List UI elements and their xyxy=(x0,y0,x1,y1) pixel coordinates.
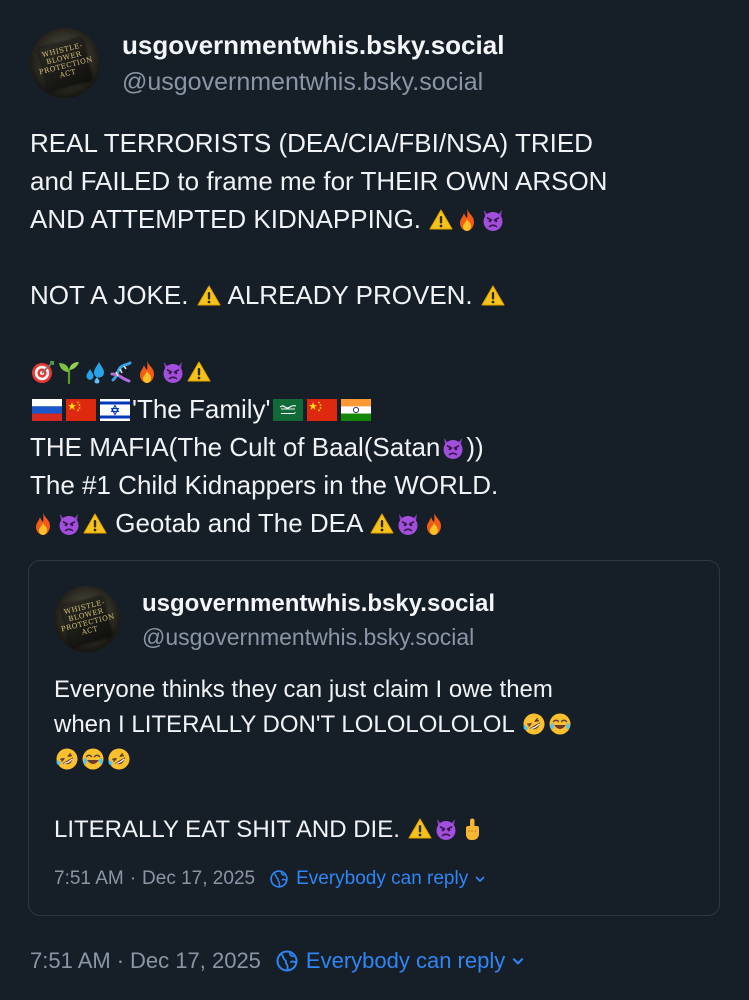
quoted-author-display-name[interactable]: usgovernmentwhis.bsky.social xyxy=(142,590,495,618)
text-segment: AND ATTEMPTED KIDNAPPING. xyxy=(30,204,422,234)
warning-emoji xyxy=(197,284,221,308)
quoted-author-handle[interactable]: @usgovernmentwhis.bsky.social xyxy=(142,624,474,651)
quoted-post-text: Everyone thinks they can just claim I ow… xyxy=(54,672,694,847)
india-flag xyxy=(341,399,371,421)
quoted-post-meta: 7:51 AM · Dec 17, 2025 Everybody can rep… xyxy=(54,868,493,890)
quote-text-line: when I LITERALLY DON'T LOLOLOLOLOL xyxy=(54,707,694,742)
angry-devil-emoji xyxy=(57,512,81,536)
quote-text-line: LITERALLY EAT SHIT AND DIE. xyxy=(54,812,694,847)
text-segment: Everyone thinks they can just claim I ow… xyxy=(54,676,553,703)
chevron-down-icon xyxy=(511,954,525,968)
angry-devil-emoji xyxy=(161,360,185,384)
post-detail: Whistle­blower Protection Act usgovernment… xyxy=(0,0,749,1000)
reply-setting-button[interactable]: Everybody can reply xyxy=(275,948,532,974)
author-handle[interactable]: @usgovernmentwhis.bsky.social xyxy=(122,68,483,97)
quoted-post-date[interactable]: Dec 17, 2025 xyxy=(142,868,255,890)
reply-setting-label: Everybody can reply xyxy=(296,868,469,889)
warning-emoji xyxy=(187,360,211,384)
quote-text-line: Everyone thinks they can just claim I ow… xyxy=(54,672,694,707)
text-segment: when I LITERALLY DON'T LOLOLOLOLOL xyxy=(54,711,514,738)
angry-devil-emoji xyxy=(441,436,465,460)
text-segment: )) xyxy=(466,432,484,462)
israel-flag xyxy=(100,399,130,421)
reply-setting-button[interactable]: Everybody can reply xyxy=(269,868,493,890)
chevron-down-icon xyxy=(474,873,486,885)
post-text-line: REAL TERRORISTS (DEA/CIA/FBI/NSA) TRIED xyxy=(30,124,730,162)
target-emoji xyxy=(31,360,55,384)
angry-devil-emoji xyxy=(481,208,505,232)
emoji-row xyxy=(54,742,694,777)
text-segment: THE MAFIA(The Cult of Baal(Satan xyxy=(30,432,441,462)
pointing-up-emoji xyxy=(460,817,484,841)
text-segment: LITERALLY EAT SHIT AND DIE. xyxy=(54,816,400,843)
reply-setting-label: Everybody can reply xyxy=(305,948,506,973)
post-text-line: and FAILED to frame me for THEIR OWN ARS… xyxy=(30,162,730,200)
rolling-laughing-emoji xyxy=(107,747,131,771)
seedling-emoji xyxy=(57,360,81,384)
rolling-laughing-emoji xyxy=(522,712,546,736)
post-text-line: AND ATTEMPTED KIDNAPPING. xyxy=(30,200,730,238)
quoted-post-time[interactable]: 7:51 AM xyxy=(54,868,124,890)
post-text-line: Geotab and The DEA xyxy=(30,504,730,542)
separator-dot: · xyxy=(129,868,137,889)
post-text-line: 'The Family' xyxy=(30,390,730,428)
globe-icon xyxy=(275,949,299,973)
warning-emoji xyxy=(429,208,453,232)
warning-emoji xyxy=(83,512,107,536)
angry-devil-emoji xyxy=(434,817,458,841)
globe-icon xyxy=(269,869,289,889)
tears-of-joy-emoji xyxy=(81,747,105,771)
author-display-name[interactable]: usgovernmentwhis.bsky.social xyxy=(122,30,504,61)
author-avatar[interactable]: Whistle­blower Protection Act xyxy=(30,28,100,98)
text-segment: Geotab and The DEA xyxy=(115,508,362,538)
fire-emoji xyxy=(455,208,479,232)
post-time[interactable]: 7:51 AM xyxy=(30,948,111,974)
china-flag xyxy=(307,399,337,421)
emoji-row xyxy=(30,352,730,390)
russia-flag xyxy=(32,399,62,421)
saudi-arabia-flag xyxy=(273,399,303,421)
fire-emoji xyxy=(31,512,55,536)
angry-devil-emoji xyxy=(396,512,420,536)
china-flag xyxy=(66,399,96,421)
warning-emoji xyxy=(481,284,505,308)
text-segment: NOT A JOKE. xyxy=(30,280,189,310)
text-segment: 'The Family' xyxy=(132,394,271,424)
tears-of-joy-emoji xyxy=(548,712,572,736)
post-text-line: The #1 Child Kidnappers in the WORLD. xyxy=(30,466,730,504)
text-segment: and FAILED to frame me for THEIR OWN ARS… xyxy=(30,166,608,196)
warning-emoji xyxy=(408,817,432,841)
sweat-droplets-emoji xyxy=(83,360,107,384)
post-meta: 7:51 AM · Dec 17, 2025 Everybody can rep… xyxy=(30,948,532,974)
warning-emoji xyxy=(370,512,394,536)
fire-emoji xyxy=(422,512,446,536)
post-text-line: THE MAFIA(The Cult of Baal(Satan)) xyxy=(30,428,730,466)
quoted-author-avatar[interactable]: Whistle­blower Protection Act xyxy=(54,586,120,652)
dna-emoji xyxy=(109,360,133,384)
post-text-line: NOT A JOKE. ALREADY PROVEN. xyxy=(30,276,730,314)
rolling-laughing-emoji xyxy=(55,747,79,771)
separator-dot: · xyxy=(116,948,125,973)
text-segment: ALREADY PROVEN. xyxy=(227,280,473,310)
text-segment: REAL TERRORISTS (DEA/CIA/FBI/NSA) TRIED xyxy=(30,128,593,158)
post-date[interactable]: Dec 17, 2025 xyxy=(130,948,261,974)
post-text: REAL TERRORISTS (DEA/CIA/FBI/NSA) TRIED … xyxy=(30,124,730,542)
fire-emoji xyxy=(135,360,159,384)
text-segment: The #1 Child Kidnappers in the WORLD. xyxy=(30,470,499,500)
